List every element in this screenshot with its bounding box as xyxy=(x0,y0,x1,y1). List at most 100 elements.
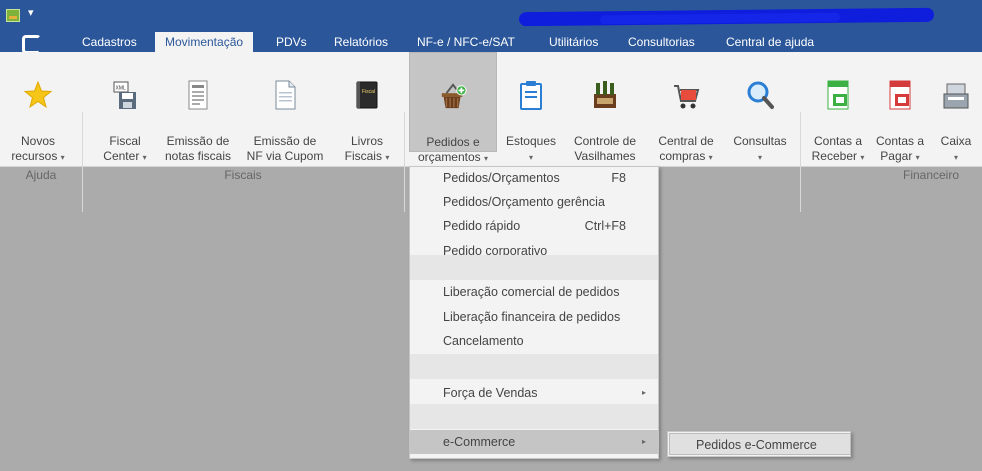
consultas-label: Consultas xyxy=(733,134,787,148)
group-separator xyxy=(800,112,801,212)
fiscal-center-button[interactable]: XML Fiscal Center ▾ xyxy=(96,52,154,163)
fiscal-center-label-2: Center xyxy=(103,149,140,163)
menu-item-label: Pedido rápido xyxy=(443,219,521,233)
contas-receber-label-1: Contas a xyxy=(813,134,863,148)
svg-text:XML: XML xyxy=(116,86,127,92)
tab-relatorios[interactable]: Relatórios xyxy=(334,32,388,52)
central-compras-label-1: Central de xyxy=(658,134,714,148)
estoques-button[interactable]: Estoques ▾ xyxy=(501,52,561,162)
menu-item-pedidos-orcamentos[interactable]: Pedidos/Orçamentos F8 xyxy=(410,166,658,190)
dropdown-caret-icon: ▾ xyxy=(60,153,65,162)
controle-vasilhames-button[interactable]: Controle de Vasilhames xyxy=(565,52,645,163)
emissao-notas-label-2: notas fiscais xyxy=(164,149,232,163)
livros-fiscais-label-1: Livros xyxy=(350,134,383,148)
consultas-button[interactable]: Consultas ▾ xyxy=(725,52,795,162)
menu-item-label: Força de Vendas xyxy=(443,386,538,400)
paid-icon xyxy=(889,80,911,110)
vasilhames-label-1: Controle de xyxy=(573,134,637,148)
group-label-fiscais: Fiscais xyxy=(224,168,262,182)
dropdown-caret-icon: ▾ xyxy=(708,153,713,162)
tab-cadastros[interactable]: Cadastros xyxy=(82,32,137,52)
contas-pagar-label-1: Contas a xyxy=(875,134,925,148)
emissao-cupom-label-1: Emissão de xyxy=(253,134,317,148)
dropdown-caret-icon: ▾ xyxy=(953,153,958,162)
tab-movimentacao[interactable]: Movimentação xyxy=(155,32,254,53)
pedidos-dropdown-menu: Pedidos/Orçamentos F8 Pedidos/Orçamento g… xyxy=(409,166,659,459)
tab-consultorias[interactable]: Consultorias xyxy=(628,32,695,52)
menu-item-pedidos-e-commerce[interactable]: Pedidos e-Commerce xyxy=(669,433,851,455)
dropdown-caret-icon: ▾ xyxy=(142,153,147,162)
cart-icon xyxy=(674,85,700,109)
group-separator xyxy=(82,112,83,212)
menu-separator xyxy=(410,404,658,429)
tab-central-de-ajuda[interactable]: Central de ajuda xyxy=(726,32,814,52)
title-bar: ▾ xyxy=(0,0,982,32)
menu-item-label: Pedidos e-Commerce xyxy=(696,438,817,452)
menu-shortcut: Ctrl+F8 xyxy=(584,219,626,233)
menu-item-pedidos-orcamento-gerencia[interactable]: Pedidos/Orçamento gerência xyxy=(410,190,658,214)
caixa-button[interactable]: Caixa ▾ xyxy=(930,52,982,162)
central-compras-label-2: compras xyxy=(659,149,706,163)
emissao-nf-via-cupom-button[interactable]: Emissão de NF via Cupom xyxy=(240,52,330,163)
pedidos-label-1: Pedidos e xyxy=(426,135,480,149)
menu-item-label: Cancelamento xyxy=(443,334,524,348)
magnifier-icon xyxy=(747,81,774,109)
basket-icon xyxy=(441,83,467,109)
svg-text:Fiscal: Fiscal xyxy=(362,89,375,95)
menu-item-e-commerce[interactable]: e-Commerce ▸ xyxy=(410,430,658,454)
dropdown-caret-icon: ▾ xyxy=(915,153,920,162)
contas-pagar-button[interactable]: Contas a Pagar ▾ xyxy=(872,52,928,163)
caixa-label: Caixa xyxy=(940,134,972,148)
emissao-notas-fiscais-button[interactable]: Emissão de notas fiscais xyxy=(160,52,236,163)
dropdown-caret-icon: ▾ xyxy=(528,153,533,162)
star-icon xyxy=(24,80,52,109)
dropdown-caret-icon: ▾ xyxy=(484,154,489,163)
menu-item-label: e-Commerce xyxy=(443,435,516,449)
menu-item-cancelamento[interactable]: Cancelamento xyxy=(410,329,658,353)
page-icon xyxy=(275,80,296,110)
novos-recursos-label-2: recursos xyxy=(11,149,58,163)
clipboard-icon xyxy=(520,81,542,110)
novos-recursos-label-1: Novos xyxy=(20,134,55,148)
pedidos-orcamentos-button[interactable]: Pedidos e orçamentos ▾ xyxy=(409,52,497,164)
menu-shortcut: F8 xyxy=(611,171,626,185)
menu-item-forca-de-vendas[interactable]: Força de Vendas ▸ xyxy=(410,381,658,405)
menu-item-label: Pedidos/Orçamento gerência xyxy=(443,195,605,209)
tab-nfe[interactable]: NF-e / NFC-e/SAT xyxy=(417,32,515,52)
menu-item-label: Liberação comercial de pedidos xyxy=(443,285,620,299)
livros-fiscais-label-2: Fiscais xyxy=(344,149,382,163)
ribbon-tab-bar: Cadastros Movimentação PDVs Relatórios N… xyxy=(0,32,982,54)
central-compras-button[interactable]: Central de compras ▾ xyxy=(651,52,721,163)
emissao-cupom-label-2: NF via Cupom xyxy=(246,149,324,163)
e-commerce-submenu: Pedidos e-Commerce xyxy=(667,431,851,457)
emissao-notas-label-1: Emissão de xyxy=(166,134,230,148)
contas-pagar-label-2: Pagar xyxy=(880,149,913,163)
menu-item-liberacao-financeira[interactable]: Liberação financeira de pedidos xyxy=(410,305,658,329)
group-label-financeiro: Financeiro xyxy=(902,168,960,182)
submenu-arrow-icon: ▸ xyxy=(641,388,646,397)
contas-receber-button[interactable]: Contas a Receber ▾ xyxy=(806,52,870,163)
dropdown-caret-icon: ▾ xyxy=(860,153,865,162)
menu-separator xyxy=(410,354,658,379)
bottles-icon xyxy=(594,81,616,108)
ribbon: Novos recursos ▾ XML Fiscal Center ▾ Emiss… xyxy=(0,52,982,212)
estoques-label: Estoques xyxy=(505,134,557,148)
menu-item-label: Pedidos/Orçamentos xyxy=(443,171,560,185)
tab-pdvs[interactable]: PDVs xyxy=(276,32,307,52)
tab-utilitarios[interactable]: Utilitários xyxy=(549,32,598,52)
menu-separator xyxy=(410,255,658,280)
menu-item-label: Liberação financeira de pedidos xyxy=(443,310,621,324)
document-icon xyxy=(188,80,208,110)
xml-save-icon: XML xyxy=(113,81,136,109)
novos-recursos-button[interactable]: Novos recursos ▾ xyxy=(0,52,76,163)
cash-register-icon xyxy=(943,83,969,109)
livros-fiscais-button[interactable]: Fiscal Livros Fiscais ▾ xyxy=(334,52,400,163)
dropdown-caret-icon: ▾ xyxy=(757,153,762,162)
receipt-icon xyxy=(827,80,849,110)
quick-access-dropdown-icon[interactable]: ▾ xyxy=(28,6,34,19)
app-icon[interactable] xyxy=(6,9,20,22)
menu-item-liberacao-comercial[interactable]: Liberação comercial de pedidos xyxy=(410,280,658,304)
app-menu-button[interactable] xyxy=(22,34,41,54)
menu-item-pedido-rapido[interactable]: Pedido rápido Ctrl+F8 xyxy=(410,214,658,238)
pedidos-label-2: orçamentos xyxy=(417,150,481,164)
